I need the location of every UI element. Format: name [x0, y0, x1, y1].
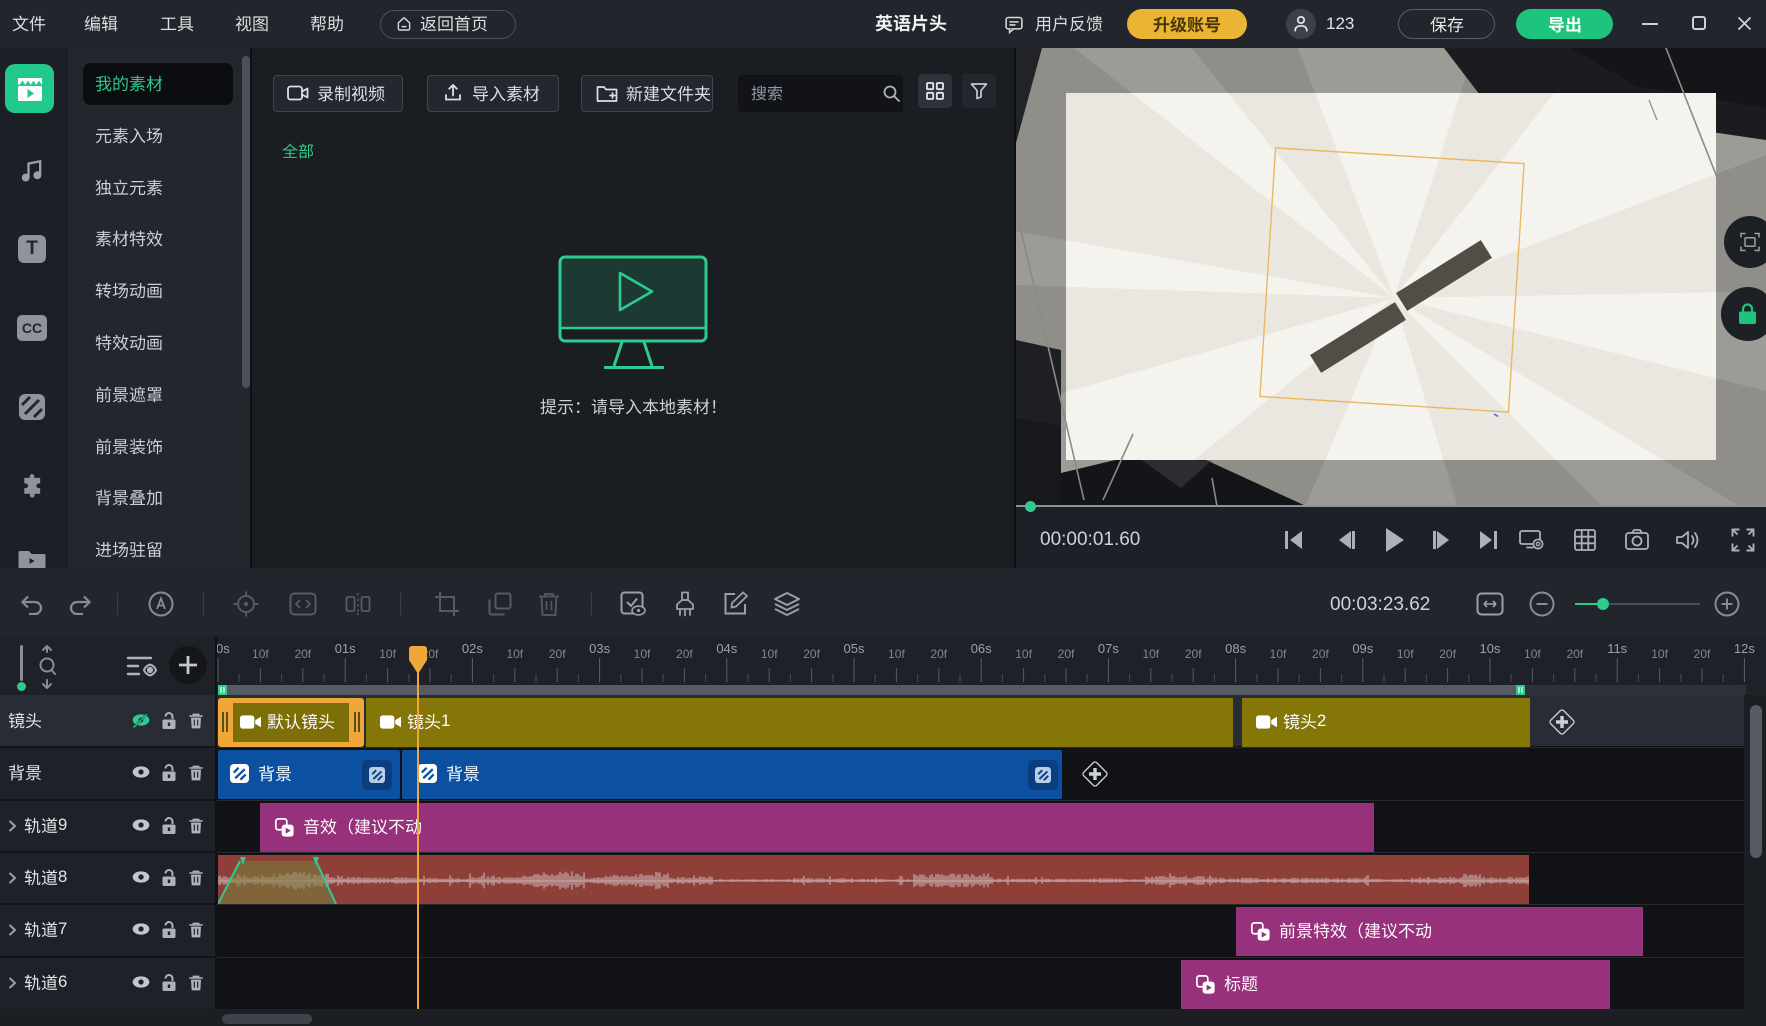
svg-text:20f: 20f [549, 647, 566, 661]
svg-text:06s: 06s [971, 641, 992, 656]
svg-text:04s: 04s [716, 641, 737, 656]
svg-text:0s: 0s [216, 641, 230, 656]
svg-text:10f: 10f [1270, 647, 1287, 661]
svg-text:20f: 20f [1566, 647, 1583, 661]
svg-text:10f: 10f [1651, 647, 1668, 661]
svg-text:20f: 20f [930, 647, 947, 661]
svg-text:20f: 20f [1058, 647, 1075, 661]
svg-text:11s: 11s [1607, 641, 1627, 656]
svg-text:20f: 20f [1185, 647, 1202, 661]
svg-text:10s: 10s [1480, 641, 1501, 656]
svg-text:20f: 20f [1439, 647, 1456, 661]
svg-text:20f: 20f [803, 647, 820, 661]
svg-text:08s: 08s [1225, 641, 1246, 656]
svg-text:10f: 10f [379, 647, 396, 661]
svg-text:10f: 10f [888, 647, 905, 661]
svg-text:10f: 10f [252, 647, 269, 661]
svg-text:10f: 10f [761, 647, 778, 661]
svg-text:20f: 20f [294, 647, 311, 661]
svg-text:10f: 10f [1015, 647, 1032, 661]
svg-text:01s: 01s [335, 641, 356, 656]
svg-text:20f: 20f [1312, 647, 1329, 661]
svg-text:10f: 10f [634, 647, 651, 661]
svg-text:20f: 20f [1694, 647, 1711, 661]
svg-text:12s: 12s [1734, 641, 1755, 656]
svg-text:05s: 05s [844, 641, 865, 656]
svg-text:10f: 10f [506, 647, 523, 661]
svg-text:10f: 10f [1524, 647, 1541, 661]
svg-text:07s: 07s [1098, 641, 1119, 656]
svg-text:20f: 20f [676, 647, 693, 661]
svg-text:10f: 10f [1142, 647, 1159, 661]
svg-text:10f: 10f [1397, 647, 1414, 661]
svg-text:02s: 02s [462, 641, 483, 656]
svg-text:03s: 03s [589, 641, 610, 656]
svg-text:09s: 09s [1352, 641, 1373, 656]
